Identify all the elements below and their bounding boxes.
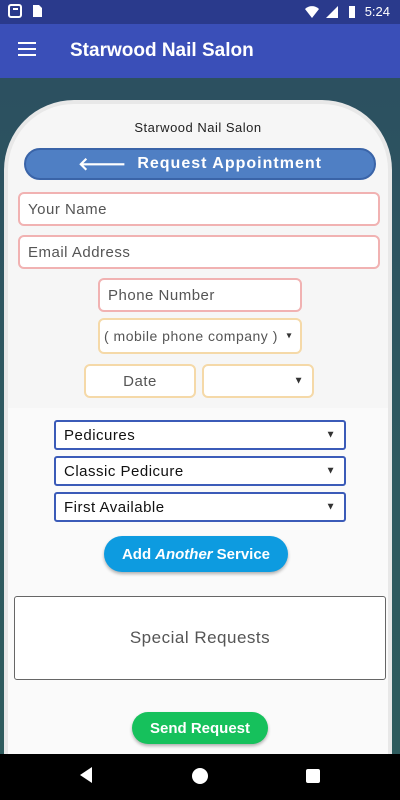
- service-category-value: Pedicures: [64, 426, 136, 444]
- notification-icon: [8, 4, 22, 18]
- email-input[interactable]: Email Address: [18, 235, 380, 269]
- salon-name: Starwood Nail Salon: [134, 120, 262, 135]
- appointment-card: Starwood Nail Salon 🡐 Request Appointmen…: [4, 100, 392, 754]
- special-requests-textarea[interactable]: Special Requests: [14, 596, 386, 680]
- chevron-down-icon: ▾: [286, 330, 292, 342]
- add-label-suffix: Service: [216, 545, 271, 563]
- app-bar: Starwood Nail Salon: [0, 24, 400, 78]
- signal-icon: [325, 5, 338, 18]
- request-appointment-button[interactable]: 🡐 Request Appointment: [24, 148, 376, 180]
- service-value: Classic Pedicure: [64, 462, 184, 480]
- service-select[interactable]: Classic Pedicure ▼: [54, 456, 346, 486]
- status-bar: 5:24: [0, 0, 400, 24]
- add-label-prefix: Add: [121, 545, 152, 563]
- email-placeholder: Email Address: [28, 243, 131, 261]
- sd-card-icon: [33, 5, 42, 17]
- request-appointment-label: Request Appointment: [137, 155, 322, 172]
- add-label-emphasis: Another: [155, 545, 213, 563]
- technician-value: First Available: [64, 498, 165, 516]
- menu-icon[interactable]: [18, 42, 36, 56]
- phone-input[interactable]: Phone Number: [98, 278, 302, 312]
- status-time: 5:24: [364, 4, 390, 19]
- service-category-select[interactable]: Pedicures ▼: [54, 420, 346, 450]
- name-placeholder: Your Name: [28, 200, 107, 218]
- special-requests-placeholder: Special Requests: [129, 628, 271, 647]
- chevron-down-icon: ▼: [325, 429, 336, 441]
- send-request-button[interactable]: Send Request: [132, 712, 268, 744]
- navigation-bar: [0, 754, 400, 800]
- battery-icon: [348, 5, 355, 18]
- technician-select[interactable]: First Available ▼: [54, 492, 346, 522]
- home-icon[interactable]: [192, 768, 208, 784]
- time-select[interactable]: ▼: [202, 364, 314, 398]
- chevron-down-icon: ▼: [325, 501, 336, 513]
- chevron-down-icon: ▼: [325, 465, 336, 477]
- chevron-down-icon: ▼: [293, 375, 304, 387]
- app-title: Starwood Nail Salon: [70, 40, 254, 61]
- recent-apps-icon[interactable]: [306, 769, 320, 783]
- date-placeholder: Date: [123, 372, 157, 390]
- arrow-left-icon: 🡐: [78, 153, 128, 174]
- name-input[interactable]: Your Name: [18, 192, 380, 226]
- carrier-select-value: ( mobile phone company ): [104, 328, 278, 344]
- carrier-select[interactable]: ( mobile phone company ) ▾: [98, 318, 302, 354]
- date-input[interactable]: Date: [84, 364, 196, 398]
- wifi-icon: [304, 5, 319, 18]
- add-another-service-button[interactable]: Add Another Service: [104, 536, 288, 572]
- phone-placeholder: Phone Number: [108, 286, 215, 304]
- back-icon[interactable]: [80, 767, 92, 783]
